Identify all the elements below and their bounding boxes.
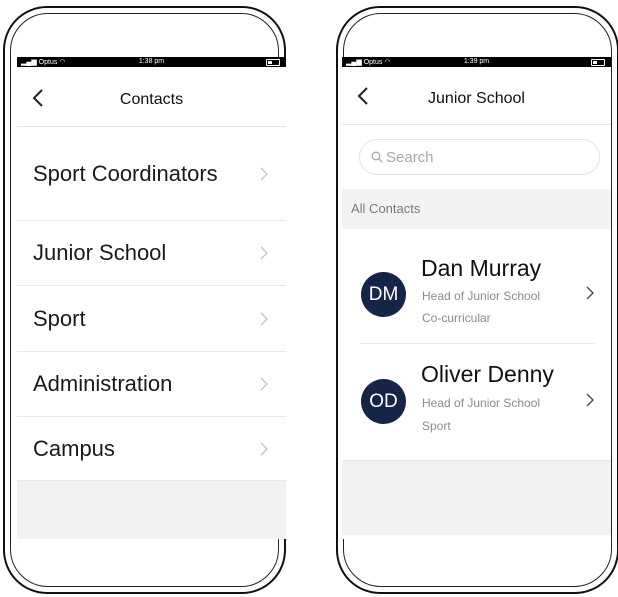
contact-role: Head of Junior School bbox=[422, 396, 541, 410]
contact-department: Sport bbox=[422, 419, 451, 433]
divider bbox=[342, 460, 611, 461]
contact-row-oliver-denny[interactable]: OD Oliver Denny Head of Junior School Sp… bbox=[342, 344, 611, 461]
list-footer-area bbox=[342, 461, 611, 535]
status-time: 1:38 pm bbox=[138, 58, 165, 65]
category-row-campus[interactable]: Campus bbox=[17, 417, 286, 481]
junior-school-screen: ▂▄▆ Optus ◠ 1:39 pm Junior School Search… bbox=[342, 57, 611, 539]
chevron-right-icon bbox=[586, 286, 594, 300]
status-bar: ▂▄▆ Optus ◠ 1:39 pm bbox=[342, 57, 611, 67]
category-row-sport-coordinators[interactable]: Sport Coordinators bbox=[17, 127, 286, 221]
category-label: Campus bbox=[33, 435, 115, 461]
avatar: OD bbox=[361, 379, 406, 424]
nav-bar: Contacts bbox=[17, 67, 286, 127]
category-row-administration[interactable]: Administration bbox=[17, 352, 286, 417]
contact-role: Head of Junior School bbox=[422, 289, 541, 303]
chevron-right-icon bbox=[586, 393, 594, 407]
contact-name: Oliver Denny bbox=[421, 361, 554, 387]
chevron-right-icon bbox=[260, 442, 268, 455]
list-footer-area bbox=[17, 481, 286, 539]
chevron-right-icon bbox=[260, 312, 268, 325]
nav-bar: Junior School bbox=[342, 67, 611, 125]
contact-department: Co-curricular bbox=[422, 311, 491, 325]
search-icon bbox=[371, 151, 383, 163]
category-label: Sport bbox=[33, 305, 86, 331]
battery-icon bbox=[266, 59, 280, 66]
chevron-right-icon bbox=[260, 246, 268, 260]
contact-name: Dan Murray bbox=[421, 255, 542, 281]
contact-row-dan-murray[interactable]: DM Dan Murray Head of Junior School Co-c… bbox=[342, 229, 611, 344]
battery-icon bbox=[591, 59, 605, 66]
category-label: Administration bbox=[33, 371, 173, 396]
page-title: Junior School bbox=[428, 90, 525, 107]
category-row-junior-school[interactable]: Junior School bbox=[17, 221, 286, 286]
chevron-right-icon bbox=[260, 167, 268, 180]
status-time: 1:39 pm bbox=[463, 58, 490, 65]
contacts-screen: ▂▄▆ Optus ◠ 1:38 pm Contacts Sport Coord… bbox=[17, 57, 286, 539]
page-title: Contacts bbox=[119, 91, 184, 108]
category-label: Junior School bbox=[33, 240, 167, 265]
category-label: Sport Coordinators bbox=[33, 160, 218, 186]
chevron-right-icon bbox=[260, 377, 268, 391]
search-area: Search bbox=[342, 125, 611, 189]
section-header: All Contacts bbox=[342, 189, 611, 229]
avatar: DM bbox=[361, 272, 406, 317]
category-row-sport[interactable]: Sport bbox=[17, 286, 286, 352]
search-input[interactable]: Search bbox=[359, 139, 600, 175]
status-bar: ▂▄▆ Optus ◠ 1:38 pm bbox=[17, 57, 286, 67]
search-placeholder: Search bbox=[386, 149, 434, 166]
